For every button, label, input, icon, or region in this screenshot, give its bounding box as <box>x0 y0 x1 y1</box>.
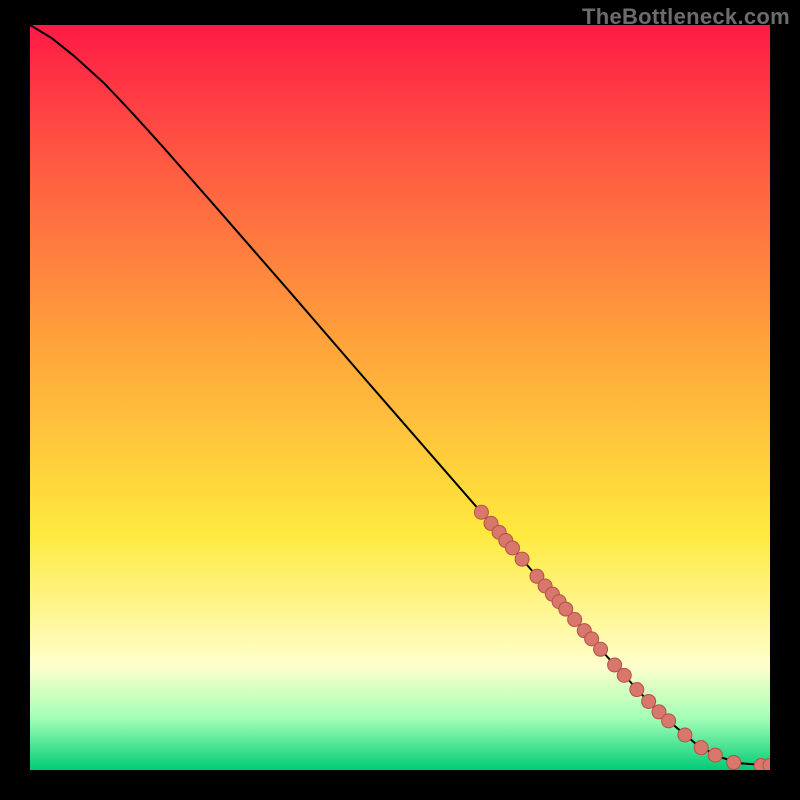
watermark-text: TheBottleneck.com <box>582 4 790 30</box>
data-point <box>474 505 488 519</box>
data-point <box>678 728 692 742</box>
data-point <box>515 552 529 566</box>
plot-area <box>30 25 770 770</box>
data-point <box>594 642 608 656</box>
curve-layer <box>30 25 770 770</box>
data-point <box>694 741 708 755</box>
data-point <box>617 668 631 682</box>
chart-frame: TheBottleneck.com <box>0 0 800 800</box>
data-point <box>708 748 722 762</box>
bottleneck-curve <box>30 25 770 766</box>
data-point <box>642 694 656 708</box>
data-point <box>727 756 741 770</box>
data-point <box>568 613 582 627</box>
data-point <box>505 541 519 555</box>
data-point <box>630 683 644 697</box>
highlighted-points-group <box>474 505 770 770</box>
data-point <box>662 714 676 728</box>
